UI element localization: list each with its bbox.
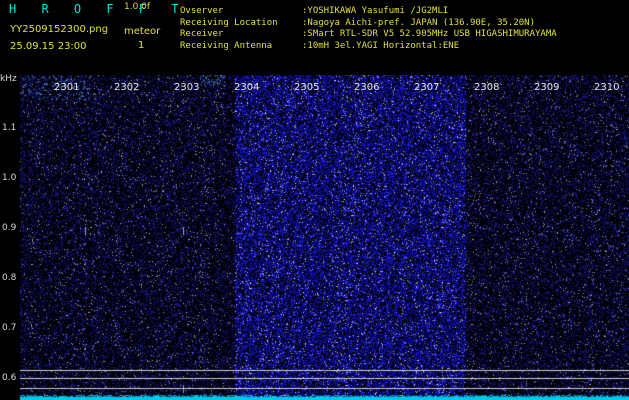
y-tick: 0.7 xyxy=(2,323,17,333)
info-row-receiver: Receiver:SMart RTL-SDR V5 52.905MHz USB … xyxy=(180,29,557,40)
app-logo: H R O F F T xyxy=(9,2,188,16)
y-tick: 1.0 xyxy=(2,173,17,183)
y-axis-unit: kHz xyxy=(0,74,17,84)
x-tick: 2302 xyxy=(114,82,140,93)
header-panel: H R O F F T 1.0.0f YY2509152300.png mete… xyxy=(0,0,629,75)
x-tick: 2309 xyxy=(534,82,560,93)
capture-datetime: 25.09.15 23:00 xyxy=(10,41,87,52)
app-version: 1.0.0f xyxy=(124,2,151,12)
x-tick: 2308 xyxy=(474,82,500,93)
y-axis: kHz 1.1 1.0 0.9 0.8 0.7 0.6 xyxy=(0,74,22,400)
spectrogram-plot xyxy=(0,75,629,400)
x-tick: 2305 xyxy=(294,82,320,93)
x-tick: 2303 xyxy=(174,82,200,93)
x-tick: 2304 xyxy=(234,82,260,93)
y-tick: 1.1 xyxy=(2,123,17,133)
x-tick: 2307 xyxy=(414,82,440,93)
x-tick: 2301 xyxy=(54,82,80,93)
image-filename: YY2509152300.png xyxy=(10,24,109,35)
info-row-observer: Ovserver:YOSHIKAWA Yasufumi /JG2MLI xyxy=(180,6,449,16)
y-tick: 0.9 xyxy=(2,223,17,233)
x-tick: 2310 xyxy=(594,82,620,93)
x-tick: 2306 xyxy=(354,82,380,93)
info-row-location: Receiving Location:Nagoya Aichi-pref. JA… xyxy=(180,17,535,28)
meteor-label: meteor xyxy=(124,26,161,37)
info-row-antenna: Receiving Antenna:10mH 3el.YAGI Horizont… xyxy=(180,40,460,51)
station-info: Ovserver:YOSHIKAWA Yasufumi /JG2MLI Recei… xyxy=(180,6,557,52)
meteor-count: 1 xyxy=(138,40,145,51)
y-tick: 0.6 xyxy=(2,373,17,383)
y-tick: 0.8 xyxy=(2,273,17,283)
